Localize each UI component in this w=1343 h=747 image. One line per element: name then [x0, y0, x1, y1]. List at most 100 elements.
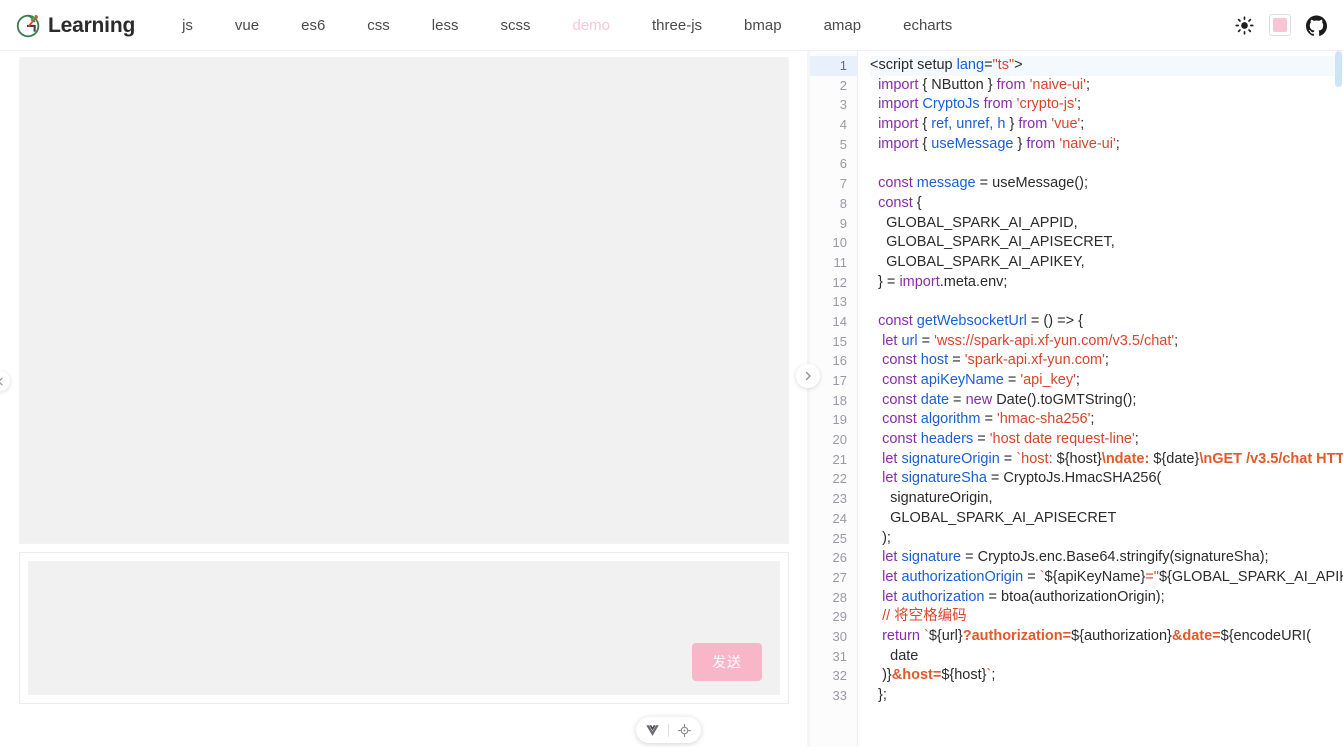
- code-token: =: [984, 57, 993, 73]
- code-token: "ts": [992, 57, 1015, 73]
- code-token: url: [901, 332, 918, 349]
- github-icon[interactable]: [1305, 14, 1327, 36]
- vue-logo-icon[interactable]: [644, 722, 661, 739]
- chat-pane: 发送: [0, 51, 807, 747]
- color-swatch-icon[interactable]: [1269, 14, 1291, 36]
- code-token: import: [878, 116, 919, 133]
- code-line: let url = 'wss://spark-api.xf-yun.com/v3…: [870, 332, 1343, 352]
- code-token: {: [912, 194, 922, 211]
- main-nav: js vue es6 css less scss demo three-js b…: [161, 0, 973, 51]
- code-token: &date=: [1171, 627, 1221, 644]
- code-token: ref, unref, h: [931, 116, 1006, 133]
- line-number: 23: [832, 491, 847, 507]
- code-token: signatureOrigin: [901, 450, 1000, 467]
- code-token: \nGET /v3.5/chat HTTP/: [1199, 450, 1343, 467]
- nav-item-demo[interactable]: demo: [551, 0, 631, 51]
- code-token: <script setup: [870, 57, 957, 73]
- vue-devtools-pill[interactable]: [636, 717, 701, 743]
- line-number: 25: [832, 530, 847, 546]
- code-line: GLOBAL_SPARK_AI_APISECRET,: [870, 233, 1343, 253]
- send-button[interactable]: 发送: [692, 643, 762, 681]
- line-number: 15: [832, 333, 847, 349]
- line-number: 14: [832, 313, 847, 329]
- code-token: apiKeyName: [920, 372, 1004, 388]
- sun-icon[interactable]: [1233, 14, 1255, 36]
- code-token: &host=: [891, 667, 942, 684]
- code-token: import: [899, 273, 940, 290]
- code-line: signatureOrigin,: [870, 489, 1343, 509]
- code-token: ${apiKeyName}: [1044, 568, 1146, 585]
- brand[interactable]: Learning: [14, 10, 135, 40]
- nav-item-js[interactable]: js: [161, 0, 214, 51]
- code-token: let: [882, 549, 898, 566]
- chat-input[interactable]: [28, 561, 780, 695]
- code-token: {: [918, 135, 932, 152]
- code-token: };: [870, 687, 887, 703]
- code-line: <script setup lang="ts">: [870, 56, 1343, 76]
- code-token: date: [920, 391, 950, 408]
- nav-item-less[interactable]: less: [411, 0, 480, 51]
- code-line: GLOBAL_SPARK_AI_APISECRET: [870, 509, 1343, 529]
- code-token: =: [949, 391, 966, 408]
- code-token: ${url}: [928, 627, 963, 644]
- code-viewer[interactable]: 1 2 3 4 5 6 7 8 9 10 11 12 13 14 15 16 17 18 19 20 21 22 23 24 2…: [810, 51, 1343, 747]
- code-content[interactable]: <script setup lang="ts"> import { NButto…: [858, 51, 1343, 747]
- nav-item-bmap[interactable]: bmap: [723, 0, 803, 51]
- line-number: 28: [832, 589, 847, 605]
- code-token: ${host}: [1056, 450, 1102, 467]
- code-token: = btoa(authorizationOrigin);: [984, 588, 1165, 605]
- code-token: ${host}: [941, 667, 987, 684]
- code-token: host:: [1021, 450, 1057, 467]
- chevron-left-handle-icon[interactable]: [0, 371, 10, 391]
- code-token: );: [870, 529, 891, 546]
- line-number: 22: [832, 471, 847, 487]
- code-token: {: [918, 76, 932, 93]
- nav-item-echarts[interactable]: echarts: [882, 0, 973, 51]
- code-line: } = import.meta.env;: [870, 273, 1343, 293]
- code-token: const: [882, 352, 917, 369]
- line-number: 8: [839, 195, 847, 211]
- nav-item-css[interactable]: css: [346, 0, 411, 51]
- code-token: =: [917, 332, 935, 349]
- code-token: const: [878, 312, 913, 329]
- nav-item-es6[interactable]: es6: [280, 0, 346, 51]
- code-token: lang: [956, 57, 985, 73]
- code-line: date: [870, 647, 1343, 667]
- line-number: 2: [839, 77, 847, 93]
- code-token: =: [973, 431, 990, 448]
- code-token: .meta.env;: [939, 273, 1008, 290]
- code-line: import { ref, unref, h } from 'vue';: [870, 115, 1343, 135]
- code-token: import: [878, 76, 919, 93]
- code-scrollbar-thumb[interactable]: [1335, 51, 1342, 87]
- line-number: 31: [832, 648, 847, 664]
- code-token: const: [878, 194, 913, 211]
- inspect-target-icon[interactable]: [676, 722, 693, 739]
- code-token: 'hmac-sha256': [996, 411, 1091, 428]
- code-token: GLOBAL_SPARK_AI_APISECRET: [870, 509, 1117, 526]
- nav-item-scss[interactable]: scss: [479, 0, 551, 51]
- nav-item-amap[interactable]: amap: [803, 0, 883, 51]
- code-token: ;: [1090, 411, 1095, 428]
- nav-item-vue[interactable]: vue: [214, 0, 280, 51]
- pill-divider: [668, 723, 669, 737]
- code-token: =: [999, 450, 1017, 467]
- code-token: const: [882, 391, 917, 408]
- header-actions: [1233, 14, 1331, 36]
- code-token: NButton: [931, 76, 984, 93]
- code-token: GLOBAL_SPARK_AI_APPID,: [870, 214, 1078, 231]
- line-number: 7: [839, 176, 847, 192]
- code-scrollbar[interactable]: [1334, 51, 1343, 747]
- line-number: 19: [832, 412, 847, 428]
- chevron-right-icon[interactable]: [796, 364, 820, 388]
- line-number-gutter: 1 2 3 4 5 6 7 8 9 10 11 12 13 14 15 16 17 18 19 20 21 22 23 24 2…: [810, 51, 858, 747]
- nav-item-three-js[interactable]: three-js: [631, 0, 723, 51]
